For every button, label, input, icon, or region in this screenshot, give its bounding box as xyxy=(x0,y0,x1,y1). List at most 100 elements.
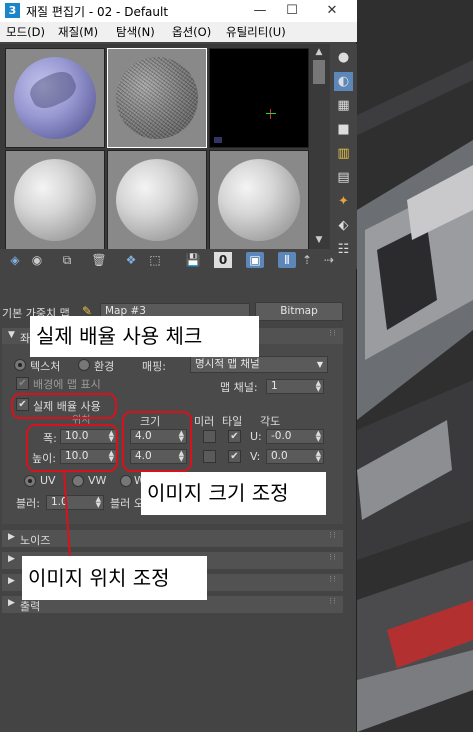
options-icon[interactable]: ✦ xyxy=(334,192,353,211)
sample-slot-2[interactable] xyxy=(107,48,207,148)
sample-type-sphere-icon[interactable]: ● xyxy=(334,48,353,67)
uv-radio[interactable] xyxy=(24,475,36,487)
v-angle-input[interactable]: 0.0 ▲ ▼ xyxy=(266,449,324,464)
rollout-grip-icon: ⁝⁝ xyxy=(329,531,337,541)
rollout-grip-icon: ⁝⁝ xyxy=(329,597,337,607)
rollout-title: 노이즈 xyxy=(20,534,51,547)
backlight-icon[interactable]: ◐ xyxy=(334,72,353,91)
put-to-library-icon[interactable]: ⬚ xyxy=(146,252,164,268)
mapping-label: 매핑: xyxy=(142,360,166,373)
menu-bar: 모드(D) 재질(M) 탐색(N) 옵션(O) 유틸리티(U) xyxy=(0,22,357,42)
menu-options[interactable]: 옵션(O) xyxy=(172,24,211,40)
real-scale-highlight xyxy=(11,393,117,419)
expand-arrow-icon: ▶ xyxy=(8,576,15,586)
tile-u-checkbox[interactable]: ✔ xyxy=(228,430,241,443)
noise-rollout-header[interactable]: ▶ 노이즈 ⁝⁝ xyxy=(2,530,343,547)
make-unique-icon[interactable]: ❖ xyxy=(122,252,140,268)
rollout-grip-icon: ⁝⁝ xyxy=(329,553,337,563)
texture-radio[interactable] xyxy=(14,359,26,371)
app-icon: 3 xyxy=(5,3,20,18)
make-preview-icon[interactable]: ▤ xyxy=(334,168,353,187)
expand-arrow-icon: ▶ xyxy=(8,554,15,564)
blur-input[interactable]: 1.0 ▲ ▼ xyxy=(46,495,104,510)
menu-utilities[interactable]: 유틸리티(U) xyxy=(226,24,286,40)
show-end-result-icon[interactable]: Ⅱ xyxy=(278,252,296,268)
go-to-parent-icon[interactable]: ⇡ xyxy=(298,252,316,268)
menu-navigation[interactable]: 탐색(N) xyxy=(116,24,155,40)
sample-slot-1[interactable] xyxy=(5,48,105,148)
mapping-dropdown[interactable]: 명시적 맵 채널 ▼ xyxy=(190,356,328,373)
callout-size-adjust: 이미지 크기 조정 xyxy=(141,472,326,515)
v-angle-label: V: xyxy=(250,450,261,463)
collapse-arrow-icon: ▼ xyxy=(8,330,15,340)
sample-sphere xyxy=(218,159,300,241)
position-highlight xyxy=(26,424,118,472)
uv-tiling-icon[interactable]: ■ xyxy=(334,120,353,139)
sample-sphere-textured xyxy=(14,57,96,139)
map-channel-input[interactable]: 1 ▲ ▼ xyxy=(266,379,324,394)
wu-radio[interactable] xyxy=(120,475,132,487)
size-highlight xyxy=(122,411,192,472)
mirror-header: 미러 xyxy=(194,415,215,428)
put-to-scene-icon[interactable]: ◉ xyxy=(28,252,46,268)
vw-label: VW xyxy=(88,474,107,487)
maximize-button[interactable]: ☐ xyxy=(272,0,312,22)
get-material-icon[interactable]: ◈ xyxy=(6,252,24,268)
sample-slot-3[interactable] xyxy=(209,48,309,148)
show-map-in-viewport-icon[interactable]: ▣ xyxy=(246,252,264,268)
marker-line xyxy=(270,109,271,119)
map-channel-label: 맵 채널: xyxy=(220,381,258,394)
blur-label: 블러: xyxy=(16,497,40,510)
background-checker-icon[interactable]: ▦ xyxy=(334,96,353,115)
viewport[interactable] xyxy=(357,0,473,732)
u-angle-label: U: xyxy=(250,430,262,443)
vw-radio[interactable] xyxy=(72,475,84,487)
title-bar: 3 재질 편집기 - 02 - Default — ☐ ✕ xyxy=(0,0,357,22)
assign-to-selection-icon[interactable]: ⧉ xyxy=(58,252,76,268)
scroll-down-icon[interactable]: ▼ xyxy=(313,234,325,246)
menu-mode[interactable]: 모드(D) xyxy=(6,24,45,40)
slot-scrollbar[interactable]: ▲ ▼ xyxy=(311,44,327,249)
video-color-check-icon[interactable]: ▥ xyxy=(334,144,353,163)
sample-slot-6[interactable] xyxy=(209,150,309,250)
save-icon[interactable]: 💾 xyxy=(184,252,202,268)
slot-side-toolbar: ● ◐ ▦ ■ ▥ ▤ ✦ ⬖ ☷ xyxy=(330,44,357,269)
window-title: 재질 편집기 - 02 - Default xyxy=(26,5,169,19)
material-toolbar: ◈ ◉ ⧉ 🗑 ❖ ⬚ 💾 0 ▣ Ⅱ ⇡ ⇢ xyxy=(0,249,334,271)
sample-sphere xyxy=(14,159,96,241)
go-forward-sibling-icon[interactable]: ⇢ xyxy=(320,252,338,268)
u-angle-input[interactable]: -0.0 ▲ ▼ xyxy=(266,429,324,444)
uv-label: UV xyxy=(40,474,56,487)
rollout-title: 출력 xyxy=(20,600,41,613)
sample-slot-4[interactable] xyxy=(5,150,105,250)
scroll-thumb[interactable] xyxy=(313,60,325,84)
rollout-grip-icon: ⁝⁝ xyxy=(329,329,337,339)
expand-arrow-icon: ▶ xyxy=(8,532,15,542)
tile-v-checkbox[interactable]: ✔ xyxy=(228,450,241,463)
marker-line xyxy=(266,113,276,114)
mirror-u-checkbox[interactable] xyxy=(203,430,216,443)
sample-sphere xyxy=(116,159,198,241)
texture-label: 텍스처 xyxy=(30,360,61,373)
environment-radio[interactable] xyxy=(78,359,90,371)
callout-position-adjust: 이미지 위치 조정 xyxy=(22,556,207,600)
marker-line xyxy=(214,137,222,143)
callout-real-scale: 실제 배율 사용 체크 xyxy=(30,316,259,357)
angle-header: 각도 xyxy=(260,415,281,428)
environment-label: 환경 xyxy=(94,360,115,373)
select-by-material-icon[interactable]: ⬖ xyxy=(334,216,353,235)
map-type-button[interactable]: Bitmap xyxy=(255,302,343,321)
scroll-up-icon[interactable]: ▲ xyxy=(313,46,325,58)
menu-material[interactable]: 재질(M) xyxy=(58,24,98,40)
sample-slot-5[interactable] xyxy=(107,150,207,250)
blur-offset-label: 블러 오 xyxy=(110,497,144,510)
show-map-on-back-checkbox[interactable]: ✔ xyxy=(16,377,29,390)
close-button[interactable]: ✕ xyxy=(312,0,352,22)
material-id-channel-button[interactable]: 0 xyxy=(214,252,232,268)
mirror-v-checkbox[interactable] xyxy=(203,450,216,463)
expand-arrow-icon: ▶ xyxy=(8,598,15,608)
sample-sphere-noise xyxy=(116,57,198,139)
reset-map-icon[interactable]: 🗑 xyxy=(90,252,108,268)
rollout-grip-icon: ⁝⁝ xyxy=(329,575,337,585)
viewport-render xyxy=(357,60,473,732)
